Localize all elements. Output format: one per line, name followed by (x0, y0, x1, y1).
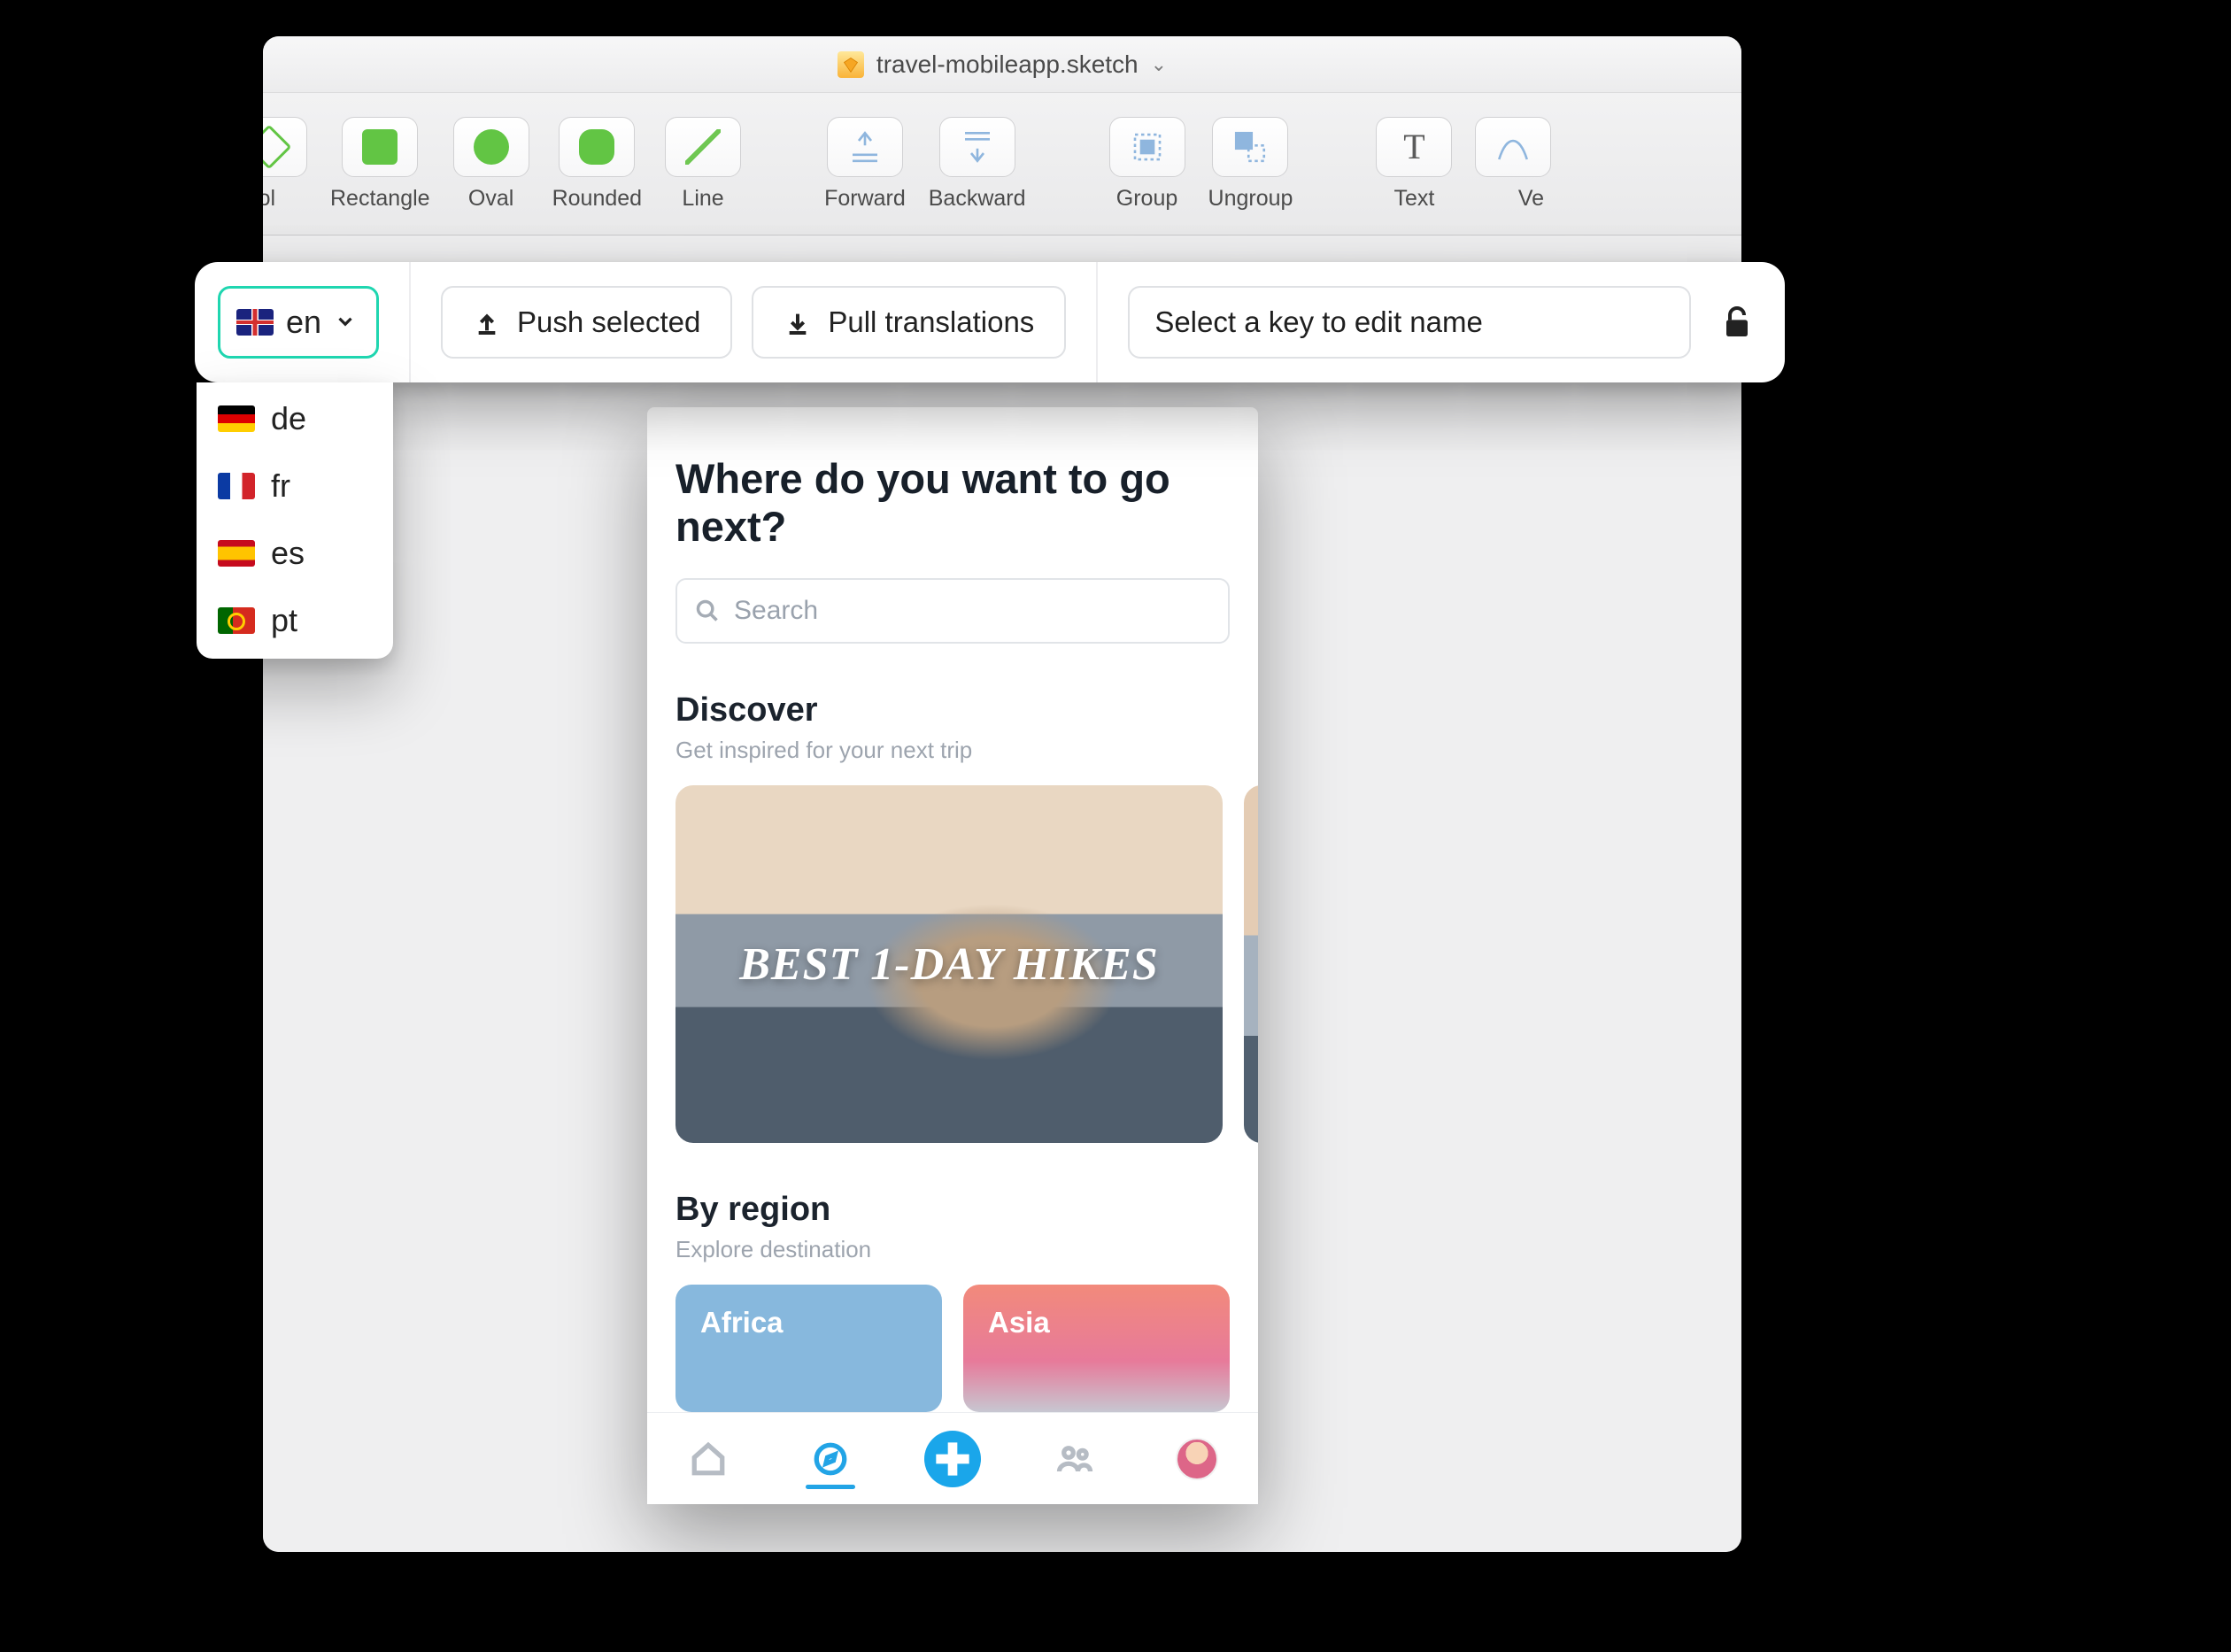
tool-rounded[interactable]: Rounded (552, 117, 642, 212)
tool-forward[interactable]: Forward (824, 117, 906, 212)
plus-icon (924, 1431, 981, 1487)
tool-group[interactable]: Group (1109, 117, 1185, 212)
key-name-field[interactable]: Select a key to edit name (1128, 286, 1691, 359)
search-icon (695, 598, 720, 623)
discover-title: Discover (675, 691, 1230, 730)
tab-profile[interactable] (1169, 1431, 1225, 1487)
tool-text[interactable]: T Text (1376, 117, 1452, 212)
tab-friends[interactable] (1046, 1431, 1103, 1487)
discover-card-hikes[interactable]: BEST 1-DAY HIKES (675, 785, 1223, 1143)
region-subtitle: Explore destination (675, 1236, 1230, 1263)
language-selector[interactable]: en (218, 286, 379, 359)
region-card-asia[interactable]: Asia (963, 1285, 1230, 1412)
discover-subtitle: Get inspired for your next trip (675, 737, 1230, 764)
flag-pt-icon (218, 607, 255, 634)
avatar-icon (1176, 1438, 1218, 1480)
region-title: By region (675, 1191, 1230, 1229)
language-option-pt[interactable]: pt (218, 602, 372, 639)
hero-headline: Where do you want to go next? (675, 455, 1230, 550)
flag-de-icon (218, 405, 255, 432)
language-option-de[interactable]: de (218, 400, 372, 437)
people-icon (1056, 1440, 1093, 1478)
tool-backward[interactable]: Backward (929, 117, 1026, 212)
sketch-toolbar: mbol Rectangle Oval Rounded Line Forward… (263, 93, 1741, 235)
lock-button[interactable] (1712, 286, 1762, 359)
tool-line[interactable]: Line (665, 117, 741, 212)
language-dropdown: de fr es pt (197, 382, 393, 659)
search-input[interactable]: Search (675, 578, 1230, 644)
current-language-code: en (286, 304, 321, 341)
flag-fr-icon (218, 473, 255, 499)
flag-es-icon (218, 540, 255, 567)
document-title: travel-mobileapp.sketch (876, 50, 1139, 79)
tool-oval[interactable]: Oval (453, 117, 529, 212)
download-icon (784, 308, 812, 336)
home-icon (690, 1440, 727, 1478)
translation-plugin-bar: en Push selected Pull translations Selec… (195, 262, 1785, 382)
tool-ungroup[interactable]: Ungroup (1208, 117, 1293, 212)
pull-translations-button[interactable]: Pull translations (752, 286, 1066, 359)
tool-symbol[interactable]: mbol (263, 117, 307, 212)
sketch-doc-icon (838, 51, 864, 78)
tab-add[interactable] (924, 1431, 981, 1487)
upload-icon (473, 308, 501, 336)
discover-card-next[interactable] (1244, 785, 1258, 1143)
push-selected-button[interactable]: Push selected (441, 286, 732, 359)
flag-uk-icon (236, 309, 274, 336)
chevron-down-icon (334, 304, 357, 341)
tab-home[interactable] (680, 1431, 737, 1487)
language-option-es[interactable]: es (218, 535, 372, 572)
language-option-fr[interactable]: fr (218, 467, 372, 505)
tool-vector[interactable]: Ve (1475, 117, 1551, 212)
bottom-tabbar (647, 1412, 1258, 1504)
tool-rectangle[interactable]: Rectangle (330, 117, 430, 212)
mobile-artboard[interactable]: Where do you want to go next? Search Dis… (647, 407, 1258, 1504)
region-card-africa[interactable]: Africa (675, 1285, 942, 1412)
window-titlebar: travel-mobileapp.sketch ⌄ (263, 36, 1741, 93)
title-dropdown-icon[interactable]: ⌄ (1151, 53, 1167, 76)
lock-open-icon (1723, 305, 1751, 339)
compass-icon (812, 1440, 849, 1478)
tab-explore[interactable] (802, 1431, 859, 1487)
